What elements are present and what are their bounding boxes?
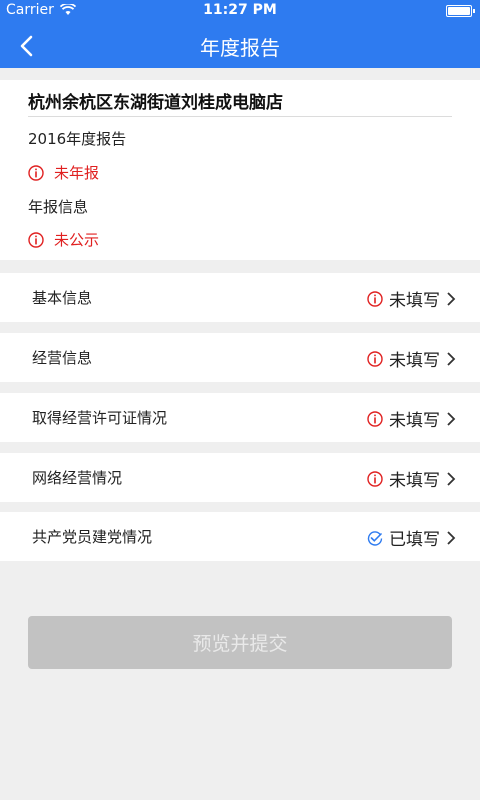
divider: [28, 116, 452, 117]
section-row-party-building[interactable]: 共产党员建党情况 已填写: [0, 512, 480, 561]
report-status-text: 未年报: [54, 164, 100, 182]
publish-status: 未公示: [28, 229, 99, 250]
section-status: 未填写: [389, 471, 440, 491]
chevron-right-icon: [447, 351, 456, 366]
alert-icon: [367, 470, 383, 487]
page-title: 年度报告: [200, 36, 280, 60]
section-row-business-info[interactable]: 经营信息 未填写: [0, 333, 480, 382]
section-label: 基本信息: [32, 289, 93, 307]
section-status: 未填写: [389, 291, 440, 311]
annual-info-label: 年报信息: [28, 198, 89, 216]
chevron-right-icon: [447, 530, 456, 545]
status-bar: Carrier 11:27 PM: [0, 0, 480, 22]
section-status: 已填写: [389, 530, 440, 550]
section-row-online-business[interactable]: 网络经营情况 未填写: [0, 453, 480, 502]
section-row-basic-info[interactable]: 基本信息 未填写: [0, 273, 480, 322]
alert-icon: [28, 164, 44, 181]
report-info-card: 杭州余杭区东湖街道刘桂成电脑店 2016年度报告 未年报 年报信息 未公示: [0, 80, 480, 260]
clock: 11:27 PM: [203, 2, 277, 18]
section-label: 共产党员建党情况: [32, 528, 153, 546]
nav-bar: 年度报告: [0, 22, 480, 68]
company-name: 杭州余杭区东湖街道刘桂成电脑店: [28, 93, 283, 113]
section-label: 取得经营许可证情况: [32, 409, 168, 427]
battery-icon: [446, 5, 475, 17]
chevron-right-icon: [447, 411, 456, 426]
report-status: 未年报: [28, 162, 99, 183]
report-year-label: 2016年度报告: [28, 130, 127, 148]
check-icon: [367, 530, 383, 546]
alert-icon: [28, 231, 44, 248]
section-status: 未填写: [389, 411, 440, 431]
chevron-right-icon: [447, 471, 456, 486]
alert-icon: [367, 290, 383, 307]
chevron-right-icon: [447, 291, 456, 306]
alert-icon: [367, 410, 383, 427]
section-status: 未填写: [389, 351, 440, 371]
preview-submit-button[interactable]: 预览并提交: [28, 616, 452, 669]
section-row-license[interactable]: 取得经营许可证情况 未填写: [0, 393, 480, 442]
publish-status-text: 未公示: [54, 231, 100, 249]
section-label: 网络经营情况: [32, 469, 123, 487]
section-label: 经营信息: [32, 349, 93, 367]
alert-icon: [367, 350, 383, 367]
